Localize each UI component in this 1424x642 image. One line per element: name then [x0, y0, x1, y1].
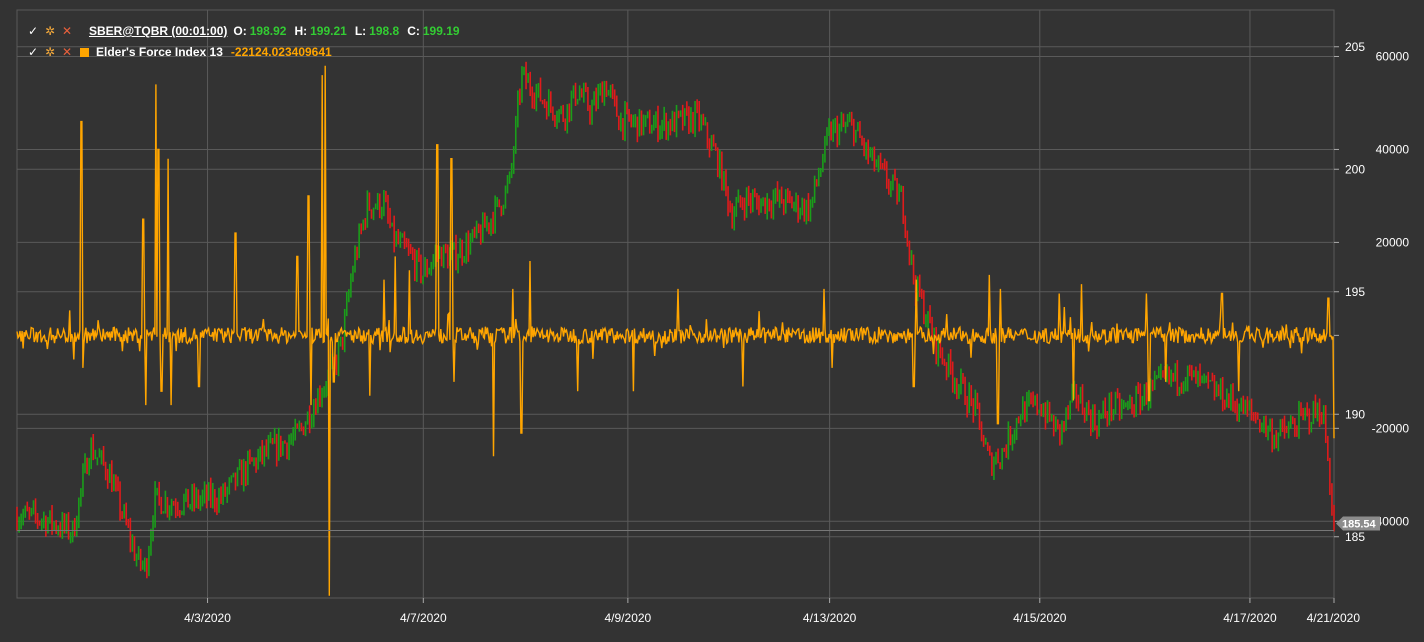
price-chart[interactable]: 4/3/2020 4/7/2020 4/9/2020 4/13/2020 4/15/20…: [0, 0, 1424, 642]
open-value: 198.92: [249, 24, 287, 38]
high-value: 199.21: [310, 24, 347, 38]
close-icon[interactable]: ✕: [60, 24, 74, 38]
low-value: 198.8: [369, 24, 400, 38]
x-tick-label: 4/9/2020: [605, 611, 652, 625]
indicator-tick-label: 40000: [1376, 142, 1410, 156]
close-label: C:: [407, 24, 420, 38]
x-tick-label: 4/17/2020: [1223, 611, 1277, 625]
price-tick-label: 200: [1345, 162, 1365, 176]
x-tick-label: 4/21/2020: [1307, 611, 1361, 625]
low-label: L:: [354, 24, 367, 38]
indicator-legend: ✓ ✲ ✕ Elder's Force Index 13 -22124.0234…: [26, 43, 332, 61]
x-tick-label: 4/7/2020: [400, 611, 447, 625]
price-legend: ✓ ✲ ✕ SBER@TQBR (00:01:00) O: 198.92 H: …: [26, 22, 468, 40]
close-value: 199.19: [422, 24, 460, 38]
high-label: H:: [294, 24, 308, 38]
price-tick-label: 205: [1345, 40, 1365, 54]
color-square-icon[interactable]: [80, 47, 89, 57]
indicator-tick-label: -20000: [1372, 421, 1410, 435]
last-price-label: 185.54: [1342, 519, 1377, 531]
indicator-name: Elder's Force Index 13: [96, 45, 223, 59]
price-tick-label: 190: [1345, 407, 1365, 421]
close-icon[interactable]: ✕: [60, 45, 74, 59]
indicator-tick-label: 60000: [1376, 49, 1410, 63]
open-label: O:: [233, 24, 247, 38]
symbol-label[interactable]: SBER@TQBR (00:01:00): [89, 24, 227, 38]
x-tick-label: 4/13/2020: [803, 611, 857, 625]
price-tick-label: 195: [1345, 285, 1365, 299]
gear-icon[interactable]: ✲: [43, 45, 57, 59]
candles: [16, 61, 1335, 579]
check-icon[interactable]: ✓: [26, 24, 40, 38]
price-tick-label: 185: [1345, 530, 1365, 544]
indicator-tick-label: 20000: [1376, 235, 1410, 249]
indicator-line: [16, 65, 1335, 596]
gear-icon[interactable]: ✲: [43, 24, 57, 38]
x-tick-label: 4/15/2020: [1013, 611, 1067, 625]
x-tick-label: 4/3/2020: [184, 611, 231, 625]
indicator-value: -22124.023409641: [230, 45, 332, 59]
check-icon[interactable]: ✓: [26, 45, 40, 59]
